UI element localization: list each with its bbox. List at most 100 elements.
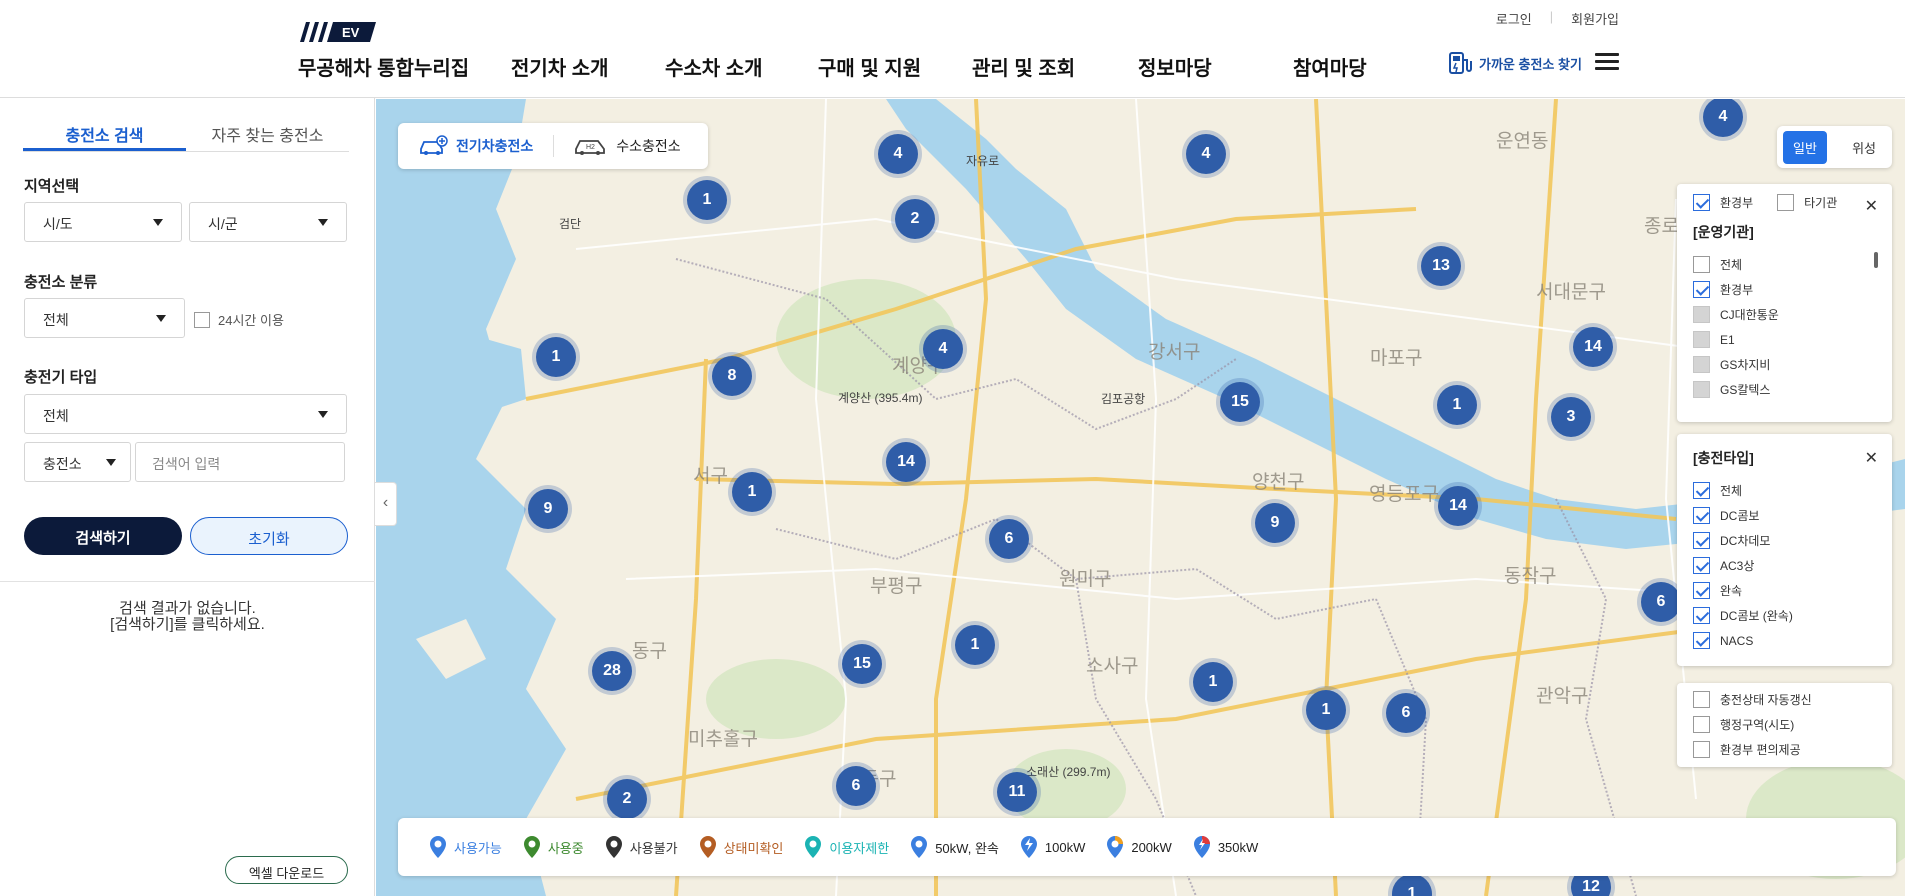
category-select[interactable]: 전체 [24,298,185,338]
open24-checkbox[interactable] [194,311,210,328]
cluster-marker[interactable]: 13 [1421,246,1461,286]
open24-option[interactable]: 24시간 이용 [194,310,284,329]
charger-type-checkbox[interactable] [1693,507,1710,524]
operator-checkbox[interactable] [1693,256,1710,273]
cluster-marker[interactable]: 6 [1641,582,1681,622]
extra-option-checkbox[interactable] [1693,741,1710,758]
cluster-marker[interactable]: 9 [1255,503,1295,543]
h2-charger-toggle[interactable]: H2 수소충전소 [554,135,700,157]
cluster-marker[interactable]: 3 [1551,397,1591,437]
view-satellite-button[interactable]: 위성 [1842,131,1886,164]
cluster-marker[interactable]: 15 [842,644,882,684]
sido-select[interactable]: 시/도 [24,202,182,242]
extra-option-item[interactable]: 환경부 편의제공 [1677,737,1892,762]
cluster-marker[interactable]: 28 [592,651,632,691]
operator-top-checkbox[interactable] [1693,193,1710,211]
map-canvas[interactable]: 운연동 자유로 검단 종로구 서대문구 강서구 계양구 서구 마포구 양천구 영… [376,99,1905,896]
operator-item[interactable]: GS칼텍스 [1677,377,1892,402]
charger-type-item[interactable]: NACS [1677,628,1892,653]
cluster-marker[interactable]: 8 [712,356,752,396]
close-icon[interactable]: ✕ [1865,448,1878,468]
cluster-marker[interactable]: 4 [1186,134,1226,174]
operator-item[interactable]: E1 [1677,327,1892,352]
nav-ev-intro[interactable]: 전기차 소개 [511,52,609,81]
search-target-select[interactable]: 충전소 [24,442,131,482]
charger-type-select[interactable]: 전체 [24,394,347,434]
signup-link[interactable]: 회원가입 [1571,9,1619,28]
charger-type-checkbox[interactable] [1693,557,1710,574]
ev-charger-toggle[interactable]: 전기차충전소 [398,135,553,157]
cluster-marker[interactable]: 14 [886,442,926,482]
extra-option-item[interactable]: 행정구역(시도) [1677,712,1892,737]
operator-checkbox[interactable] [1693,306,1710,323]
charger-type-item[interactable]: DC콤보 [1677,503,1892,528]
cluster-marker[interactable]: 6 [1386,693,1426,733]
cluster-marker[interactable]: 6 [836,766,876,806]
cluster-marker[interactable]: 15 [1220,382,1260,422]
tab-charger-search[interactable]: 충전소 검색 [23,120,186,151]
ev-logo-icon[interactable]: EV [300,22,376,42]
charger-type-checkbox[interactable] [1693,482,1710,499]
hamburger-menu-icon[interactable] [1595,53,1619,71]
charger-type-checkbox[interactable] [1693,532,1710,549]
site-title[interactable]: 무공해차 통합누리집 [298,52,469,81]
operator-checkbox[interactable] [1693,281,1710,298]
cluster-marker[interactable]: 1 [536,337,576,377]
extra-option-checkbox[interactable] [1693,691,1710,708]
cluster-marker[interactable]: 1 [1193,662,1233,702]
extra-option-item[interactable]: 충전상태 자동갱신 [1677,687,1892,712]
close-icon[interactable]: ✕ [1865,196,1878,216]
nav-info[interactable]: 정보마당 [1138,52,1212,81]
operator-item[interactable]: 전체 [1677,252,1892,277]
operator-item[interactable]: CJ대한통운 [1677,302,1892,327]
nav-h2-intro[interactable]: 수소차 소개 [665,52,763,81]
login-link[interactable]: 로그인 [1496,9,1532,28]
nav-purchase[interactable]: 구매 및 지원 [818,52,921,81]
operator-checkbox[interactable] [1693,331,1710,348]
tab-favorites[interactable]: 자주 찾는 충전소 [186,120,349,151]
charger-type-item[interactable]: 완속 [1677,578,1892,603]
cluster-marker[interactable]: 1 [687,180,727,220]
charger-type-item[interactable]: AC3상 [1677,553,1892,578]
operator-item[interactable]: 환경부 [1677,277,1892,302]
extra-option-checkbox[interactable] [1693,716,1710,733]
cluster-marker[interactable]: 2 [607,779,647,819]
cluster-marker[interactable]: 4 [923,329,963,369]
charger-type-label: DC콤보 [1720,509,1760,523]
nav-manage[interactable]: 관리 및 조회 [972,52,1075,81]
search-sidebar: 충전소 검색 자주 찾는 충전소 지역선택 시/도 시/군 충전소 분류 전체 … [0,98,375,896]
pin-50kw-icon [911,836,928,858]
operator-top-checkbox[interactable] [1777,193,1795,211]
reset-button[interactable]: 초기화 [190,517,348,555]
cluster-marker[interactable]: 4 [878,134,918,174]
charger-type-toggle: 전기차충전소 H2 수소충전소 [398,123,708,169]
charger-type-item[interactable]: DC차데모 [1677,528,1892,553]
cluster-marker[interactable]: 6 [989,519,1029,559]
scrollbar[interactable] [1874,252,1878,268]
nearby-charger-button[interactable]: 가까운 충전소 찾기 [1447,50,1582,76]
cluster-marker[interactable]: 1 [955,625,995,665]
excel-download-button[interactable]: 엑셀 다운로드 [225,856,348,884]
search-input[interactable]: 검색어 입력 [135,442,345,482]
sigun-select[interactable]: 시/군 [189,202,347,242]
cluster-marker[interactable]: 14 [1573,327,1613,367]
cluster-marker[interactable]: 2 [895,199,935,239]
charger-type-checkbox[interactable] [1693,632,1710,649]
search-button[interactable]: 검색하기 [24,517,182,555]
operator-checkbox[interactable] [1693,381,1710,398]
collapse-sidebar-icon[interactable]: ‹ [375,482,397,526]
cluster-marker[interactable]: 1 [732,472,772,512]
charger-type-checkbox[interactable] [1693,607,1710,624]
cluster-marker[interactable]: 9 [528,489,568,529]
view-normal-button[interactable]: 일반 [1783,130,1827,164]
nav-participate[interactable]: 참여마당 [1293,52,1367,81]
cluster-marker[interactable]: 1 [1437,385,1477,425]
charger-type-item[interactable]: 전체 [1677,478,1892,503]
charger-type-item[interactable]: DC콤보 (완속) [1677,603,1892,628]
cluster-marker[interactable]: 11 [997,772,1037,812]
operator-checkbox[interactable] [1693,356,1710,373]
charger-type-checkbox[interactable] [1693,582,1710,599]
cluster-marker[interactable]: 14 [1438,486,1478,526]
operator-item[interactable]: GS차지비 [1677,352,1892,377]
cluster-marker[interactable]: 1 [1306,690,1346,730]
